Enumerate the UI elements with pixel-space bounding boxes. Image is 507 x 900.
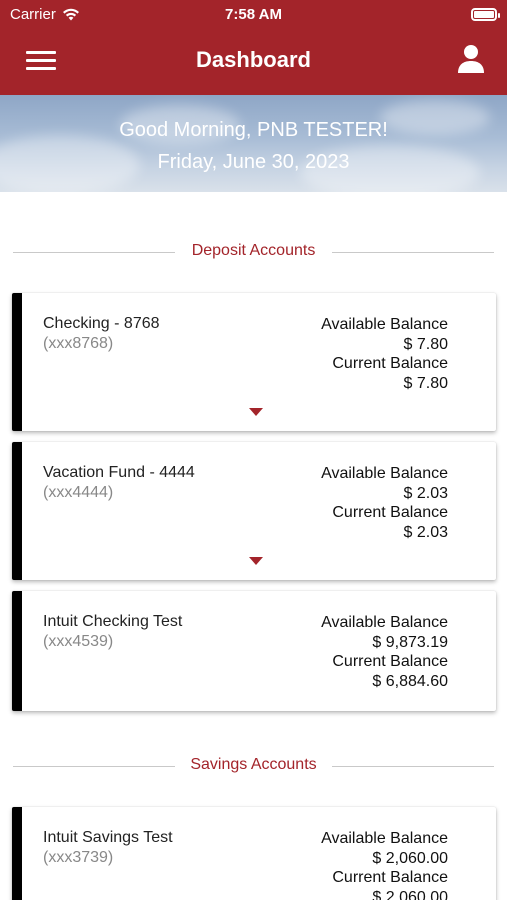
status-bar: Carrier 7:58 AM: [0, 0, 507, 28]
clock: 7:58 AM: [225, 6, 282, 23]
account-card-intuit-savings-test[interactable]: Intuit Savings Test (xxx3739) Available …: [12, 807, 496, 900]
available-balance-label: Available Balance: [321, 465, 448, 482]
current-balance-label: Current Balance: [332, 653, 448, 670]
caret-down-icon[interactable]: [249, 557, 263, 565]
current-balance-value: $ 2.03: [403, 523, 448, 541]
greeting-text: Good Morning, PNB TESTER!: [119, 119, 388, 141]
account-number: (xxx4539): [43, 633, 114, 650]
account-card-intuit-checking-test[interactable]: Intuit Checking Test (xxx4539) Available…: [12, 591, 496, 711]
section-title: Deposit Accounts: [181, 242, 326, 259]
current-balance-label: Current Balance: [332, 355, 448, 372]
account-number: (xxx4444): [43, 484, 114, 501]
current-balance-label: Current Balance: [332, 869, 448, 886]
current-balance-value: $ 2,060.00: [372, 888, 448, 900]
user-icon[interactable]: [457, 44, 485, 74]
account-card-vacation-fund-4444[interactable]: Vacation Fund - 4444 (xxx4444) Available…: [12, 442, 496, 580]
section-title: Savings Accounts: [180, 756, 327, 773]
current-balance-value: $ 7.80: [403, 374, 448, 392]
account-name: Intuit Checking Test: [43, 613, 183, 630]
balance-block: Available Balance $ 7.80 Current Balance…: [321, 315, 448, 393]
available-balance-value: $ 7.80: [403, 335, 448, 353]
account-card-checking-8768[interactable]: Checking - 8768 (xxx8768) Available Bala…: [12, 293, 496, 431]
current-balance-label: Current Balance: [332, 504, 448, 521]
available-balance-value: $ 9,873.19: [372, 633, 448, 651]
deposit-accounts-header: Deposit Accounts: [13, 242, 494, 262]
app-header: Carrier 7:58 AM Dashboard: [0, 0, 507, 95]
account-number: (xxx3739): [43, 849, 114, 866]
available-balance-value: $ 2.03: [403, 484, 448, 502]
account-name: Checking - 8768: [43, 315, 160, 332]
available-balance-label: Available Balance: [321, 316, 448, 333]
current-balance-value: $ 6,884.60: [372, 672, 448, 690]
caret-down-icon[interactable]: [249, 408, 263, 416]
available-balance-label: Available Balance: [321, 830, 448, 847]
balance-block: Available Balance $ 2.03 Current Balance…: [321, 464, 448, 542]
available-balance-label: Available Balance: [321, 614, 448, 631]
savings-accounts-header: Savings Accounts: [13, 756, 494, 776]
page-title: Dashboard: [196, 47, 311, 72]
account-name: Vacation Fund - 4444: [43, 464, 195, 481]
balance-block: Available Balance $ 2,060.00 Current Bal…: [321, 829, 448, 900]
available-balance-value: $ 2,060.00: [372, 849, 448, 867]
account-number: (xxx8768): [43, 335, 114, 352]
account-name: Intuit Savings Test: [43, 829, 173, 846]
balance-block: Available Balance $ 9,873.19 Current Bal…: [321, 613, 448, 691]
nav-bar: Dashboard: [0, 28, 507, 94]
date-text: Friday, June 30, 2023: [157, 151, 350, 173]
battery-icon: [471, 8, 500, 21]
greeting-banner: Good Morning, PNB TESTER! Friday, June 3…: [0, 95, 507, 192]
